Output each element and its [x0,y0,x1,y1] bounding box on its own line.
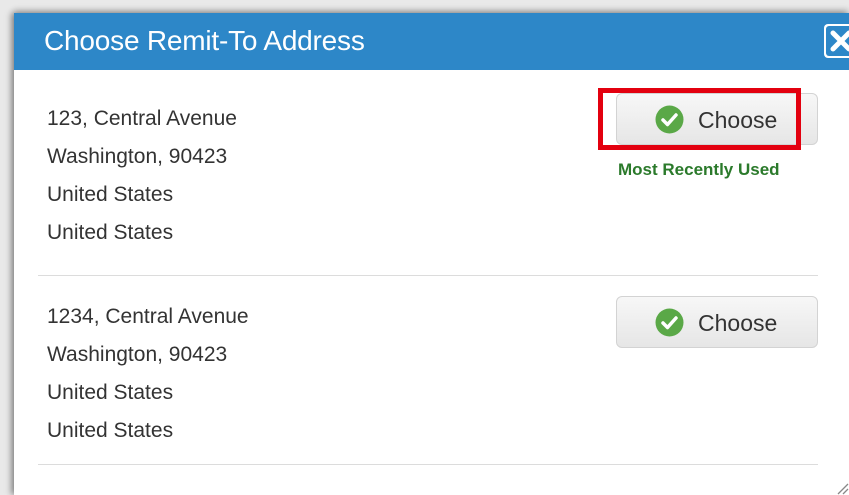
address-line-city: Washington, 90423 [47,145,228,168]
address-block: 123, Central Avenue Washington, 90423 Un… [47,100,237,252]
most-recently-used-badge: Most Recently Used [618,160,780,179]
address-line-country-2: United States [47,419,174,442]
address-line-country-2: United States [47,221,174,244]
resize-grip-icon[interactable] [835,481,849,495]
dialog-title: Choose Remit-To Address [44,25,365,56]
address-line-country: United States [47,381,174,404]
address-option-2: 1234, Central Avenue Washington, 90423 U… [38,276,818,465]
dialog-header: Choose Remit-To Address [14,13,849,70]
address-line-city: Washington, 90423 [47,343,228,366]
close-icon [826,26,849,56]
choose-button[interactable]: Choose [616,93,818,145]
choose-button[interactable]: Choose [616,296,818,348]
address-line-street: 1234, Central Avenue [47,305,249,328]
address-line-street: 123, Central Avenue [47,107,237,130]
remit-to-dialog: Choose Remit-To Address 123, Central Ave… [14,13,849,495]
check-circle-icon [655,308,684,337]
address-block: 1234, Central Avenue Washington, 90423 U… [47,298,249,450]
check-circle-icon [655,105,684,134]
choose-button-label: Choose [698,310,778,336]
address-line-country: United States [47,183,174,206]
close-button[interactable] [824,24,849,58]
address-option-1: 123, Central Avenue Washington, 90423 Un… [38,70,818,276]
choose-button-label: Choose [698,107,778,133]
